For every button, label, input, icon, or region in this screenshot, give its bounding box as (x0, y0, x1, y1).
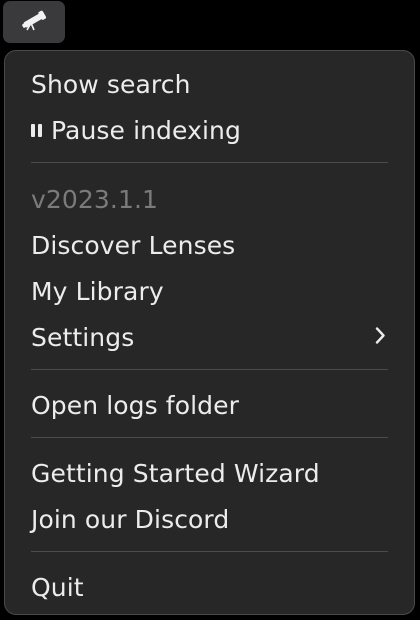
version-label: v2023.1.1 (31, 177, 388, 221)
menu-item-label: Settings (31, 322, 135, 352)
menu-separator (31, 369, 388, 370)
menu-item-show-search[interactable]: Show search (31, 62, 388, 106)
menu-item-pause-indexing[interactable]: Pause indexing (31, 108, 388, 152)
menu-item-label: Open logs folder (31, 390, 239, 420)
menubar-app-button[interactable] (3, 1, 65, 43)
menu-item-quit[interactable]: Quit (31, 565, 388, 609)
menu-item-label: Join our Discord (31, 504, 230, 534)
menu-item-label: Pause indexing (51, 115, 241, 145)
app-dropdown-menu: Show search Pause indexing v2023.1.1 Dis… (4, 50, 415, 615)
menu-item-label: Getting Started Wizard (31, 458, 320, 488)
version-text: v2023.1.1 (31, 184, 159, 214)
menu-item-label: Discover Lenses (31, 230, 236, 260)
menu-separator (31, 551, 388, 552)
menu-separator (31, 162, 388, 163)
menu-separator (31, 437, 388, 438)
menu-item-getting-started-wizard[interactable]: Getting Started Wizard (31, 451, 388, 495)
pause-icon (31, 123, 42, 137)
menu-item-my-library[interactable]: My Library (31, 269, 388, 313)
menu-item-label: Quit (31, 572, 84, 602)
menu-item-open-logs-folder[interactable]: Open logs folder (31, 383, 388, 427)
menu-item-settings[interactable]: Settings (31, 315, 388, 359)
menu-item-discover-lenses[interactable]: Discover Lenses (31, 223, 388, 267)
menu-item-join-discord[interactable]: Join our Discord (31, 497, 388, 541)
telescope-icon (19, 9, 49, 35)
chevron-right-icon (374, 323, 386, 352)
menu-item-label: Show search (31, 69, 191, 99)
menu-item-label: My Library (31, 276, 164, 306)
